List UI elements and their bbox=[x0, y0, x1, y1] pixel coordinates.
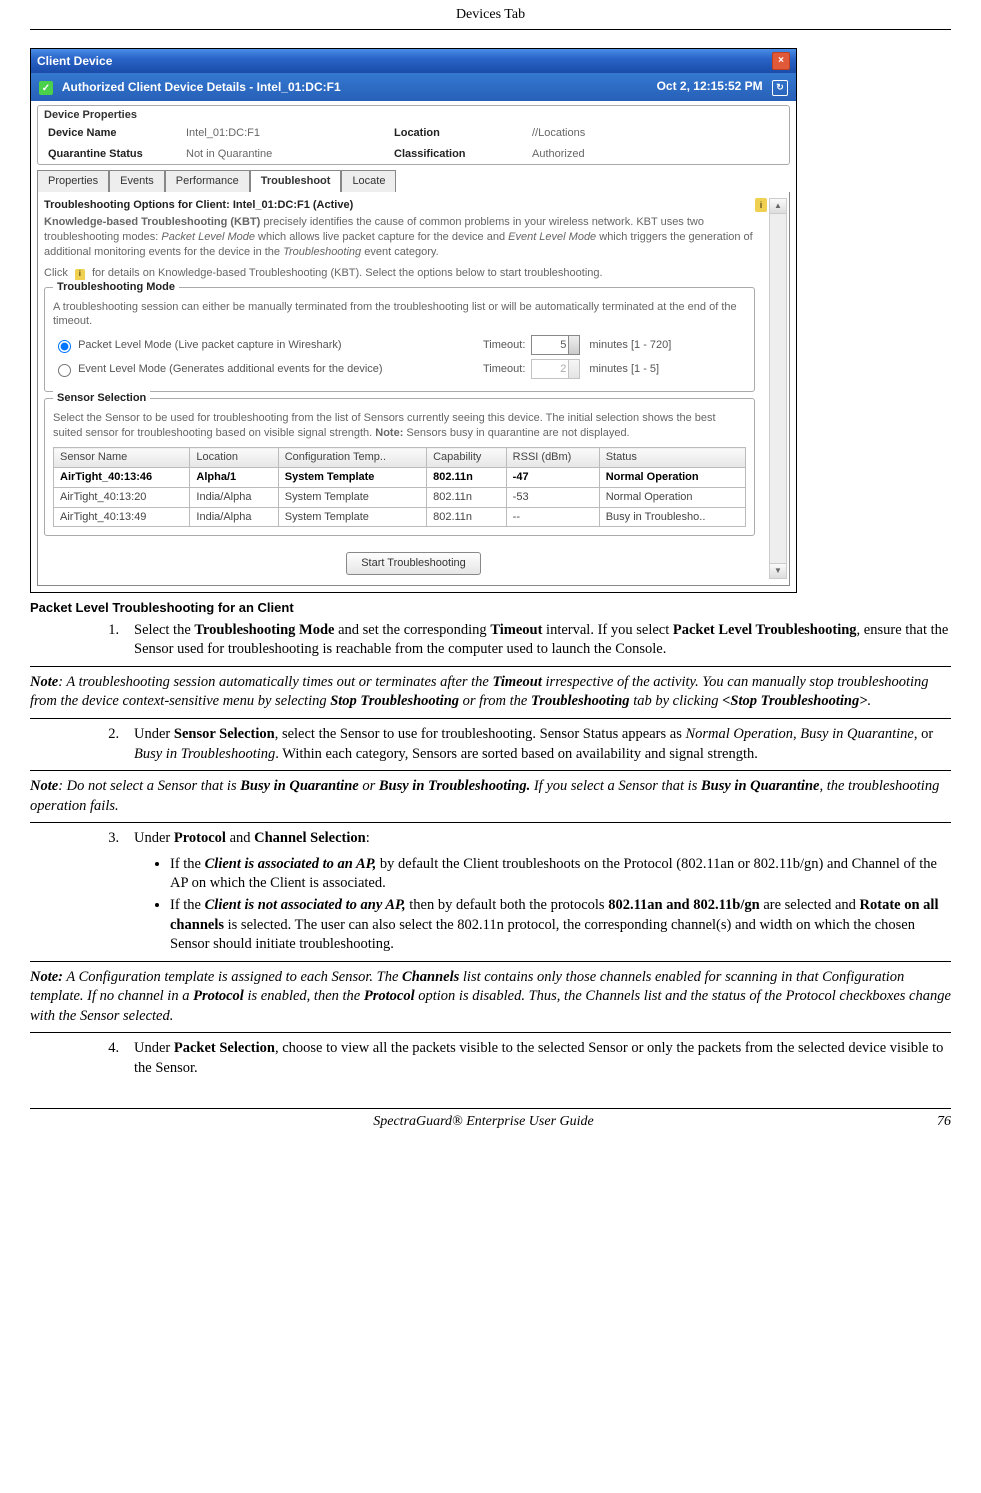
scroll-down-icon[interactable]: ▼ bbox=[770, 563, 786, 578]
step-4: Under Packet Selection, choose to view a… bbox=[130, 1039, 951, 1078]
mode-legend: Troubleshooting Mode bbox=[53, 280, 179, 295]
spinner-down-icon: ▼ bbox=[572, 370, 578, 378]
step-3: Under Protocol and Channel Selection: bbox=[130, 829, 951, 849]
scroll-up-icon[interactable]: ▲ bbox=[770, 199, 786, 214]
timeout-packet-suffix: minutes [1 - 720] bbox=[589, 338, 671, 353]
timestamp: Oct 2, 12:15:52 PM bbox=[657, 79, 763, 93]
timeout-label: Timeout: bbox=[483, 362, 525, 377]
col-rssi[interactable]: RSSI (dBm) bbox=[506, 448, 599, 468]
subtitle-device: Intel_01:DC:F1 bbox=[257, 80, 341, 94]
spinner-up-icon[interactable]: ▲ bbox=[572, 336, 578, 344]
property-row: Quarantine Status Not in Quarantine Clas… bbox=[38, 144, 789, 165]
col-capability[interactable]: Capability bbox=[427, 448, 507, 468]
tab-locate[interactable]: Locate bbox=[341, 170, 396, 192]
timeout-packet-spinner[interactable]: 5 ▲ ▼ bbox=[531, 335, 569, 355]
col-config[interactable]: Configuration Temp.. bbox=[278, 448, 426, 468]
bullet-1: If the Client is associated to an AP, by… bbox=[170, 855, 951, 894]
prop-value: Authorized bbox=[528, 146, 736, 163]
refresh-icon[interactable]: ↻ bbox=[772, 80, 788, 96]
step-1: Select the Troubleshooting Mode and set … bbox=[130, 621, 951, 660]
window-subtitle-bar: ✓ Authorized Client Device Details - Int… bbox=[31, 73, 796, 101]
prop-label: Quarantine Status bbox=[44, 146, 182, 163]
spinner-down-icon[interactable]: ▼ bbox=[572, 346, 578, 354]
table-row[interactable]: AirTight_40:13:20 India/Alpha System Tem… bbox=[54, 487, 746, 507]
radio-packet-mode[interactable]: Packet Level Mode (Live packet capture i… bbox=[53, 337, 483, 353]
shield-icon: ✓ bbox=[39, 81, 53, 95]
tab-troubleshoot[interactable]: Troubleshoot bbox=[250, 170, 342, 192]
sensor-desc: Select the Sensor to be used for trouble… bbox=[53, 411, 746, 441]
window-titlebar[interactable]: Client Device × bbox=[31, 49, 796, 73]
troubleshooting-mode-fieldset: Troubleshooting Mode A troubleshooting s… bbox=[44, 287, 755, 393]
prop-value: Intel_01:DC:F1 bbox=[182, 125, 390, 142]
timeout-event-spinner: 2 ▲ ▼ bbox=[531, 359, 569, 379]
sensor-table[interactable]: Sensor Name Location Configuration Temp.… bbox=[53, 447, 746, 527]
kbt-description: Knowledge-based Troubleshooting (KBT) pr… bbox=[44, 215, 755, 260]
col-sensor-name[interactable]: Sensor Name bbox=[54, 448, 190, 468]
spinner-up-icon: ▲ bbox=[572, 360, 578, 368]
tab-strip: Properties Events Performance Troublesho… bbox=[37, 170, 790, 193]
note-3: Note: A Configuration template is assign… bbox=[30, 961, 951, 1034]
prop-label: Device Name bbox=[44, 125, 182, 142]
page-footer: SpectraGuard® Enterprise User Guide 76 bbox=[30, 1108, 951, 1132]
footer-guide: SpectraGuard® Enterprise User Guide bbox=[373, 1113, 593, 1132]
footer-page-number: 76 bbox=[937, 1113, 951, 1132]
timeout-label: Timeout: bbox=[483, 338, 525, 353]
troubleshoot-heading: Troubleshooting Options for Client: Inte… bbox=[44, 198, 755, 213]
tab-body: ▲ ▼ i Troubleshooting Options for Client… bbox=[37, 192, 790, 586]
note-1: Note: A troubleshooting session automati… bbox=[30, 666, 951, 719]
property-row: Device Name Intel_01:DC:F1 Location //Lo… bbox=[38, 123, 789, 144]
info-icon[interactable]: i bbox=[755, 198, 767, 212]
sensor-legend: Sensor Selection bbox=[53, 391, 150, 406]
window-title: Client Device bbox=[37, 53, 112, 69]
timeout-event-suffix: minutes [1 - 5] bbox=[589, 362, 659, 377]
prop-label: Location bbox=[390, 125, 528, 142]
mode-row-event: Event Level Mode (Generates additional e… bbox=[53, 359, 746, 379]
table-row[interactable]: AirTight_40:13:46 Alpha/1 System Templat… bbox=[54, 467, 746, 487]
col-status[interactable]: Status bbox=[599, 448, 745, 468]
tab-events[interactable]: Events bbox=[109, 170, 165, 192]
radio-event-input[interactable] bbox=[58, 364, 71, 377]
mode-row-packet: Packet Level Mode (Live packet capture i… bbox=[53, 335, 746, 355]
step-2: Under Sensor Selection, select the Senso… bbox=[130, 725, 951, 764]
scrollbar[interactable]: ▲ ▼ bbox=[769, 198, 787, 579]
sensor-selection-fieldset: Sensor Selection Select the Sensor to be… bbox=[44, 398, 755, 536]
page-header: Devices Tab bbox=[30, 6, 951, 30]
screenshot-panel: Client Device × ✓ Authorized Client Devi… bbox=[30, 48, 797, 593]
figure-caption: Packet Level Troubleshooting for an Clie… bbox=[30, 599, 951, 617]
click-hint: Click i for details on Knowledge-based T… bbox=[44, 266, 755, 281]
tab-performance[interactable]: Performance bbox=[165, 170, 250, 192]
prop-value: //Locations bbox=[528, 125, 736, 142]
col-location[interactable]: Location bbox=[190, 448, 278, 468]
subtitle-prefix: Authorized Client Device Details - bbox=[62, 80, 257, 94]
radio-event-mode[interactable]: Event Level Mode (Generates additional e… bbox=[53, 361, 483, 377]
start-troubleshooting-button[interactable]: Start Troubleshooting bbox=[346, 552, 481, 575]
radio-packet-label: Packet Level Mode (Live packet capture i… bbox=[78, 339, 342, 351]
close-icon[interactable]: × bbox=[772, 52, 790, 70]
note-2: Note: Do not select a Sensor that is Bus… bbox=[30, 770, 951, 823]
tab-properties[interactable]: Properties bbox=[37, 170, 109, 192]
prop-value: Not in Quarantine bbox=[182, 146, 390, 163]
prop-label: Classification bbox=[390, 146, 528, 163]
radio-packet-input[interactable] bbox=[58, 340, 71, 353]
bullet-2: If the Client is not associated to any A… bbox=[170, 896, 951, 955]
device-properties-section: Device Properties Device Name Intel_01:D… bbox=[37, 105, 790, 166]
table-row[interactable]: AirTight_40:13:49 India/Alpha System Tem… bbox=[54, 507, 746, 527]
radio-event-label: Event Level Mode (Generates additional e… bbox=[78, 363, 383, 375]
device-properties-label: Device Properties bbox=[38, 106, 789, 123]
mode-desc: A troubleshooting session can either be … bbox=[53, 300, 746, 330]
